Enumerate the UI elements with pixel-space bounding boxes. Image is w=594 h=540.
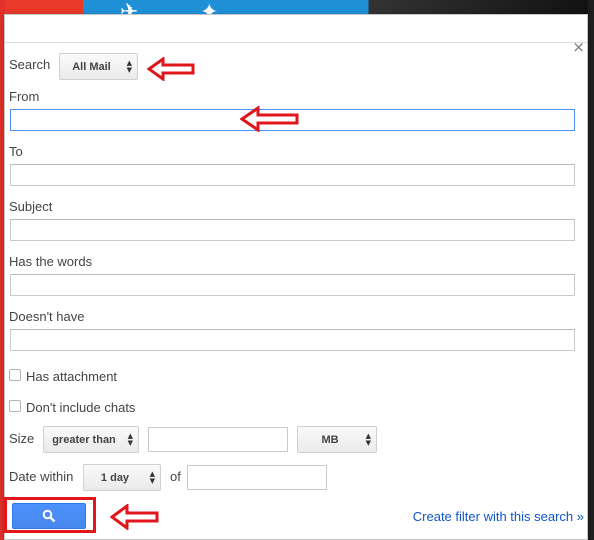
date-within-value: 1 day [100, 471, 130, 484]
annotation-arrow-icon [240, 106, 299, 132]
subject-label: Subject [9, 199, 53, 214]
dont-include-chats-checkbox[interactable] [9, 400, 21, 412]
doesnt-have-field[interactable] [10, 329, 575, 351]
subject-field[interactable] [10, 219, 575, 241]
select-arrows-icon: ▲ ▼ [127, 432, 133, 447]
size-value-input[interactable] [148, 427, 288, 452]
size-unit-select[interactable]: MB ▲ ▼ [297, 426, 377, 453]
select-arrows-icon: ▲ ▼ [126, 59, 132, 74]
to-label: To [9, 144, 23, 159]
select-arrows-icon: ▲ ▼ [149, 470, 155, 485]
create-filter-link[interactable]: Create filter with this search » [413, 509, 584, 524]
background-right-edge [588, 0, 594, 540]
date-input[interactable] [187, 465, 327, 490]
dialog-search-bar [5, 15, 587, 43]
to-field[interactable] [10, 164, 575, 186]
annotation-arrow-icon [110, 504, 159, 530]
search-icon [42, 509, 56, 523]
size-operator-select[interactable]: greater than ▲ ▼ [43, 426, 139, 453]
search-scope-select[interactable]: All Mail ▲ ▼ [59, 53, 138, 80]
has-words-field[interactable] [10, 274, 575, 296]
close-icon[interactable]: × [572, 38, 585, 56]
dont-include-chats-label: Don't include chats [26, 400, 136, 415]
date-within-select[interactable]: 1 day ▲ ▼ [83, 464, 161, 491]
from-label: From [9, 89, 40, 104]
size-label: Size [9, 431, 35, 446]
search-label: Search [9, 57, 51, 72]
search-scope-value: All Mail [72, 60, 111, 73]
size-operator-value: greater than [52, 433, 116, 446]
date-within-label: Date within [9, 469, 74, 484]
has-attachment-label: Has attachment [26, 369, 118, 384]
of-label: of [170, 469, 181, 484]
has-words-label: Has the words [9, 254, 93, 269]
has-attachment-checkbox[interactable] [9, 369, 21, 381]
doesnt-have-label: Doesn't have [9, 309, 85, 324]
annotation-arrow-icon [147, 57, 195, 81]
select-arrows-icon: ▲ ▼ [365, 432, 371, 447]
search-button[interactable] [12, 503, 86, 529]
size-unit-value: MB [321, 433, 339, 446]
